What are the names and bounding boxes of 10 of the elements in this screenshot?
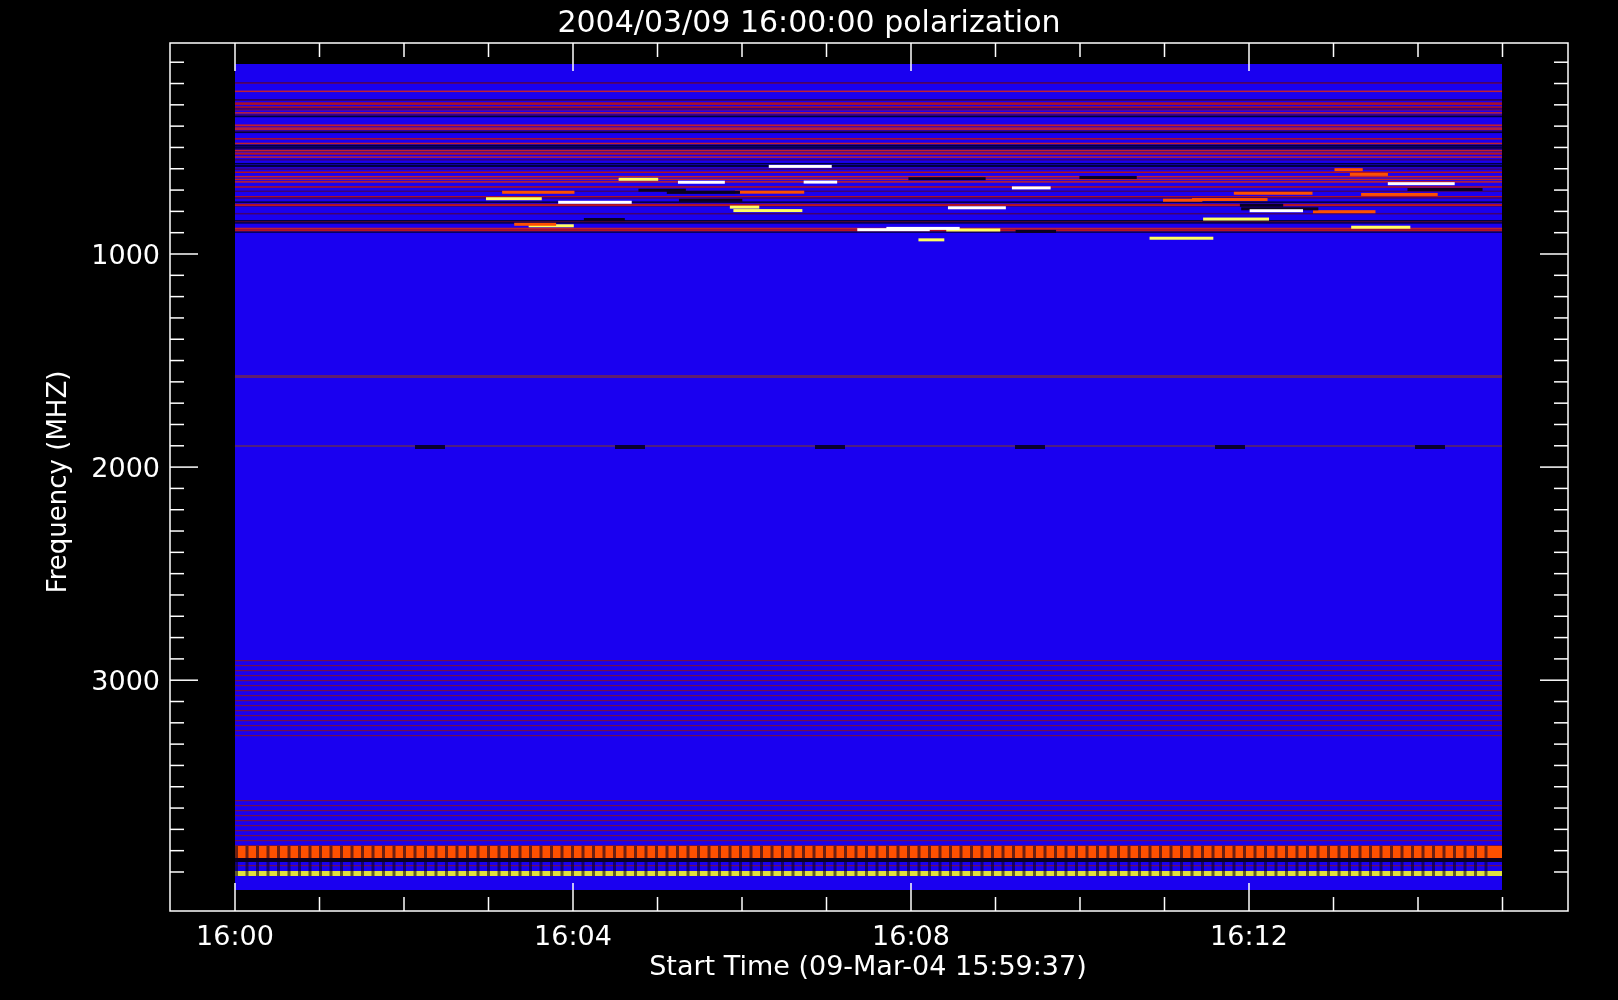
x-tick-label: 16:08 bbox=[872, 920, 950, 951]
y-tick-label: 3000 bbox=[91, 665, 160, 697]
y-tick-label: 2000 bbox=[91, 452, 160, 484]
y-axis-title: Frequency (MHZ) bbox=[42, 370, 72, 594]
y-tick-label: 1000 bbox=[91, 239, 160, 270]
x-tick-label: 16:04 bbox=[534, 920, 612, 951]
x-axis-title: Start Time (09-Mar-04 15:59:37) bbox=[649, 950, 1087, 981]
x-tick-label: 16:00 bbox=[196, 920, 274, 951]
x-tick-label: 16:12 bbox=[1210, 920, 1288, 951]
plot-title: 2004/03/09 16:00:00 polarization bbox=[557, 4, 1061, 39]
